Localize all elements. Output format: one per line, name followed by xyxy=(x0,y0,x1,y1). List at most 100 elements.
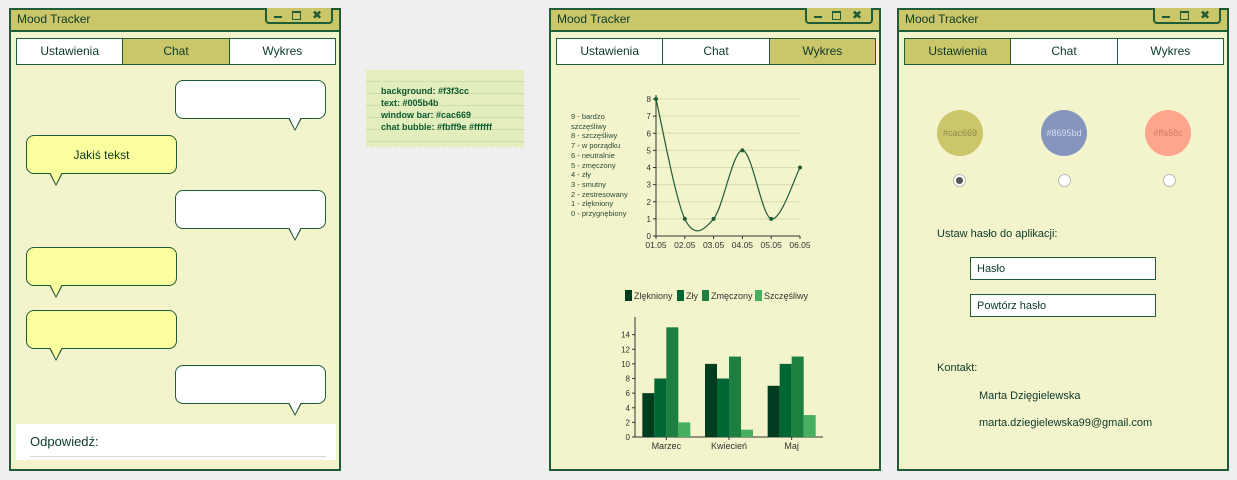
contact-email[interactable]: marta.dziegielewska99@gmail.com xyxy=(979,417,1152,429)
window-title: Mood Tracker xyxy=(17,12,91,26)
mood-scale-item: 3 - smutny xyxy=(571,179,607,189)
title-bar[interactable]: Mood Tracker ✖ xyxy=(899,8,1227,32)
tab-chat[interactable]: Chat xyxy=(663,39,770,64)
mood-scale-item: 9 - bardzo xyxy=(571,112,605,121)
password-field[interactable]: Hasło xyxy=(970,257,1156,280)
chart-window: Mood Tracker ✖ Ustawienia Chat Wykres 9 … xyxy=(549,8,881,471)
chat-bubble-sent xyxy=(175,190,326,229)
legend-swatch xyxy=(677,290,684,301)
reply-underline xyxy=(30,456,326,457)
x-tick-label: 03.05 xyxy=(703,240,725,250)
reply-input[interactable]: Odpowiedź: xyxy=(16,424,336,460)
bubble-tail-fill xyxy=(50,172,62,184)
minimize-icon[interactable] xyxy=(811,9,827,21)
chat-bubble-received xyxy=(26,247,177,286)
y-tick-label: 4 xyxy=(647,164,652,173)
note-line: chat bubble: #fbff9e #ffffff xyxy=(381,122,492,132)
bubble-tail-fill xyxy=(289,402,301,414)
chat-bubble-sent xyxy=(175,365,326,404)
data-point xyxy=(769,216,774,221)
bar xyxy=(767,385,780,437)
theme-swatch-ffa58c[interactable]: #ffa58c xyxy=(1145,110,1191,156)
tab-wykres[interactable]: Wykres xyxy=(769,39,875,64)
x-tick-label: 06.05 xyxy=(789,240,811,250)
minimize-icon[interactable] xyxy=(271,9,287,21)
close-icon[interactable]: ✖ xyxy=(309,9,325,21)
chat-bubble-received xyxy=(26,310,177,349)
tab-bar: Ustawienia Chat Wykres xyxy=(16,38,336,65)
close-icon[interactable]: ✖ xyxy=(1197,9,1213,21)
chat-bubble-received: Jakiś tekst xyxy=(26,135,177,174)
chat-window: Mood Tracker ✖ Ustawienia Chat Wykres Ja… xyxy=(9,8,341,471)
password-placeholder: Hasło xyxy=(977,263,1006,275)
mood-line xyxy=(655,98,801,232)
y-tick-label: 8 xyxy=(626,375,631,384)
contact-heading: Kontakt: xyxy=(937,362,978,374)
theme-swatch-8695bd[interactable]: #8695bd xyxy=(1041,110,1087,156)
theme-radio-ffa58c[interactable] xyxy=(1163,174,1176,187)
legend-label: Zlękniony xyxy=(634,291,673,301)
title-bar[interactable]: Mood Tracker ✖ xyxy=(11,8,339,32)
bar xyxy=(666,327,679,437)
legend-swatch xyxy=(625,290,632,301)
note-line: background: #f3f3cc xyxy=(381,86,470,96)
y-tick-label: 6 xyxy=(647,129,652,138)
y-tick-label: 0 xyxy=(626,433,631,442)
mood-line-chart: 01234567801.05 02.05 03.05 04.05 05.05 06.05 xyxy=(645,95,811,250)
bubble-tail-fill xyxy=(50,284,62,296)
close-icon[interactable]: ✖ xyxy=(849,9,865,21)
tab-chat[interactable]: Chat xyxy=(1011,39,1118,64)
theme-swatch-cac669[interactable]: #cac669 xyxy=(937,110,983,156)
tab-ustawienia[interactable]: Ustawienia xyxy=(17,39,124,64)
color-palette-note: background: #f3f3cc text: #005b4b window… xyxy=(366,70,524,150)
bar xyxy=(779,363,792,437)
mood-scale-item: 0 - przygnębiony xyxy=(571,209,627,219)
tab-ustawienia[interactable]: Ustawienia xyxy=(557,39,664,64)
legend-label: Szczęśliwy xyxy=(764,291,809,301)
theme-radio-cac669[interactable] xyxy=(953,174,966,187)
mood-scale-item: szczęśliwy xyxy=(571,121,607,131)
x-tick-label: 01.05 xyxy=(645,240,667,250)
chat-bubble-sent xyxy=(175,80,326,119)
legend-label: Zły xyxy=(686,291,698,301)
maximize-icon[interactable] xyxy=(1177,9,1193,21)
note-line: text: #005b4b xyxy=(381,98,439,108)
mood-scale-item: 2 - zestresowany xyxy=(571,189,628,199)
password-heading: Ustaw hasło do aplikacji: xyxy=(937,228,1058,240)
x-tick-label: Marzec xyxy=(652,441,682,451)
y-tick-label: 1 xyxy=(647,215,652,224)
window-controls: ✖ xyxy=(1153,8,1221,24)
tab-wykres[interactable]: Wykres xyxy=(1118,39,1223,64)
x-tick-label: 02.05 xyxy=(674,240,696,250)
y-tick-label: 10 xyxy=(621,360,630,369)
bar xyxy=(654,378,667,437)
repeat-password-field[interactable]: Powtórz hasło xyxy=(970,294,1156,317)
mood-bar-chart: Zlękniony Zły Zmęczony Szczęśliwy 0 2 4 6 8 10 12 1… xyxy=(621,290,823,451)
minimize-icon[interactable] xyxy=(1159,9,1175,21)
settings-window: Mood Tracker ✖ Ustawienia Chat Wykres #c… xyxy=(897,8,1229,471)
bar xyxy=(803,415,816,437)
bar xyxy=(741,429,753,437)
x-tick-label: Kwiecień xyxy=(711,441,747,451)
mood-scale-item: 8 - szczęśliwy xyxy=(571,131,618,141)
tab-ustawienia[interactable]: Ustawienia xyxy=(905,39,1012,64)
window-title: Mood Tracker xyxy=(905,12,979,26)
legend-swatch xyxy=(702,290,709,301)
tab-bar: Ustawienia Chat Wykres xyxy=(556,38,876,65)
mood-scale-item: 1 - zlękniony xyxy=(571,199,614,209)
title-bar[interactable]: Mood Tracker ✖ xyxy=(551,8,879,32)
maximize-icon[interactable] xyxy=(829,9,845,21)
tab-chat[interactable]: Chat xyxy=(123,39,230,64)
window-controls: ✖ xyxy=(805,8,873,24)
legend-label: Zmęczony xyxy=(711,291,753,301)
reply-label: Odpowiedź: xyxy=(30,434,99,449)
maximize-icon[interactable] xyxy=(289,9,305,21)
bubble-tail-fill xyxy=(50,347,62,359)
x-tick-label: 04.05 xyxy=(732,240,754,250)
y-tick-label: 12 xyxy=(621,345,630,354)
contact-name: Marta Dzięgielewska xyxy=(979,390,1081,402)
y-tick-label: 4 xyxy=(626,404,631,413)
x-tick-label: Maj xyxy=(784,441,799,451)
theme-radio-8695bd[interactable] xyxy=(1058,174,1071,187)
tab-wykres[interactable]: Wykres xyxy=(230,39,335,64)
